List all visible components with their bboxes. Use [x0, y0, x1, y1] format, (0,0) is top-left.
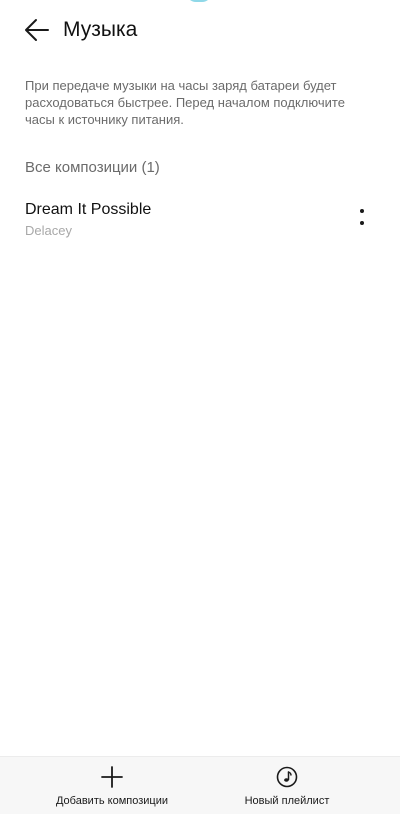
plus-icon: [101, 766, 123, 788]
battery-info-text: При передаче музыки на часы заряд батаре…: [25, 78, 345, 127]
menu-dot: [360, 221, 364, 225]
track-row[interactable]: Dream It Possible Delacey: [0, 192, 400, 248]
menu-dot: [360, 209, 364, 213]
track-title: Dream It Possible: [25, 201, 152, 218]
music-disc-icon: [276, 766, 298, 788]
new-playlist-button[interactable]: Новый плейлист: [187, 757, 387, 814]
more-vertical-icon[interactable]: [350, 204, 374, 230]
arrow-left-icon: [25, 19, 49, 41]
add-tracks-label: Добавить композиции: [55, 795, 168, 807]
new-playlist-label: Новый плейлист: [244, 795, 330, 807]
app-header: Музыка: [0, 0, 400, 60]
page-title: Музыка: [63, 18, 138, 41]
all-tracks-header: Все композиции (1): [25, 159, 160, 176]
track-artist: Delacey: [25, 223, 72, 238]
bottom-action-bar: Добавить композиции Новый плейлист: [0, 756, 400, 814]
add-tracks-button[interactable]: Добавить композиции: [12, 757, 212, 814]
back-button[interactable]: [22, 16, 52, 44]
music-screen: Музыка При передаче музыки на часы заряд…: [0, 0, 400, 814]
